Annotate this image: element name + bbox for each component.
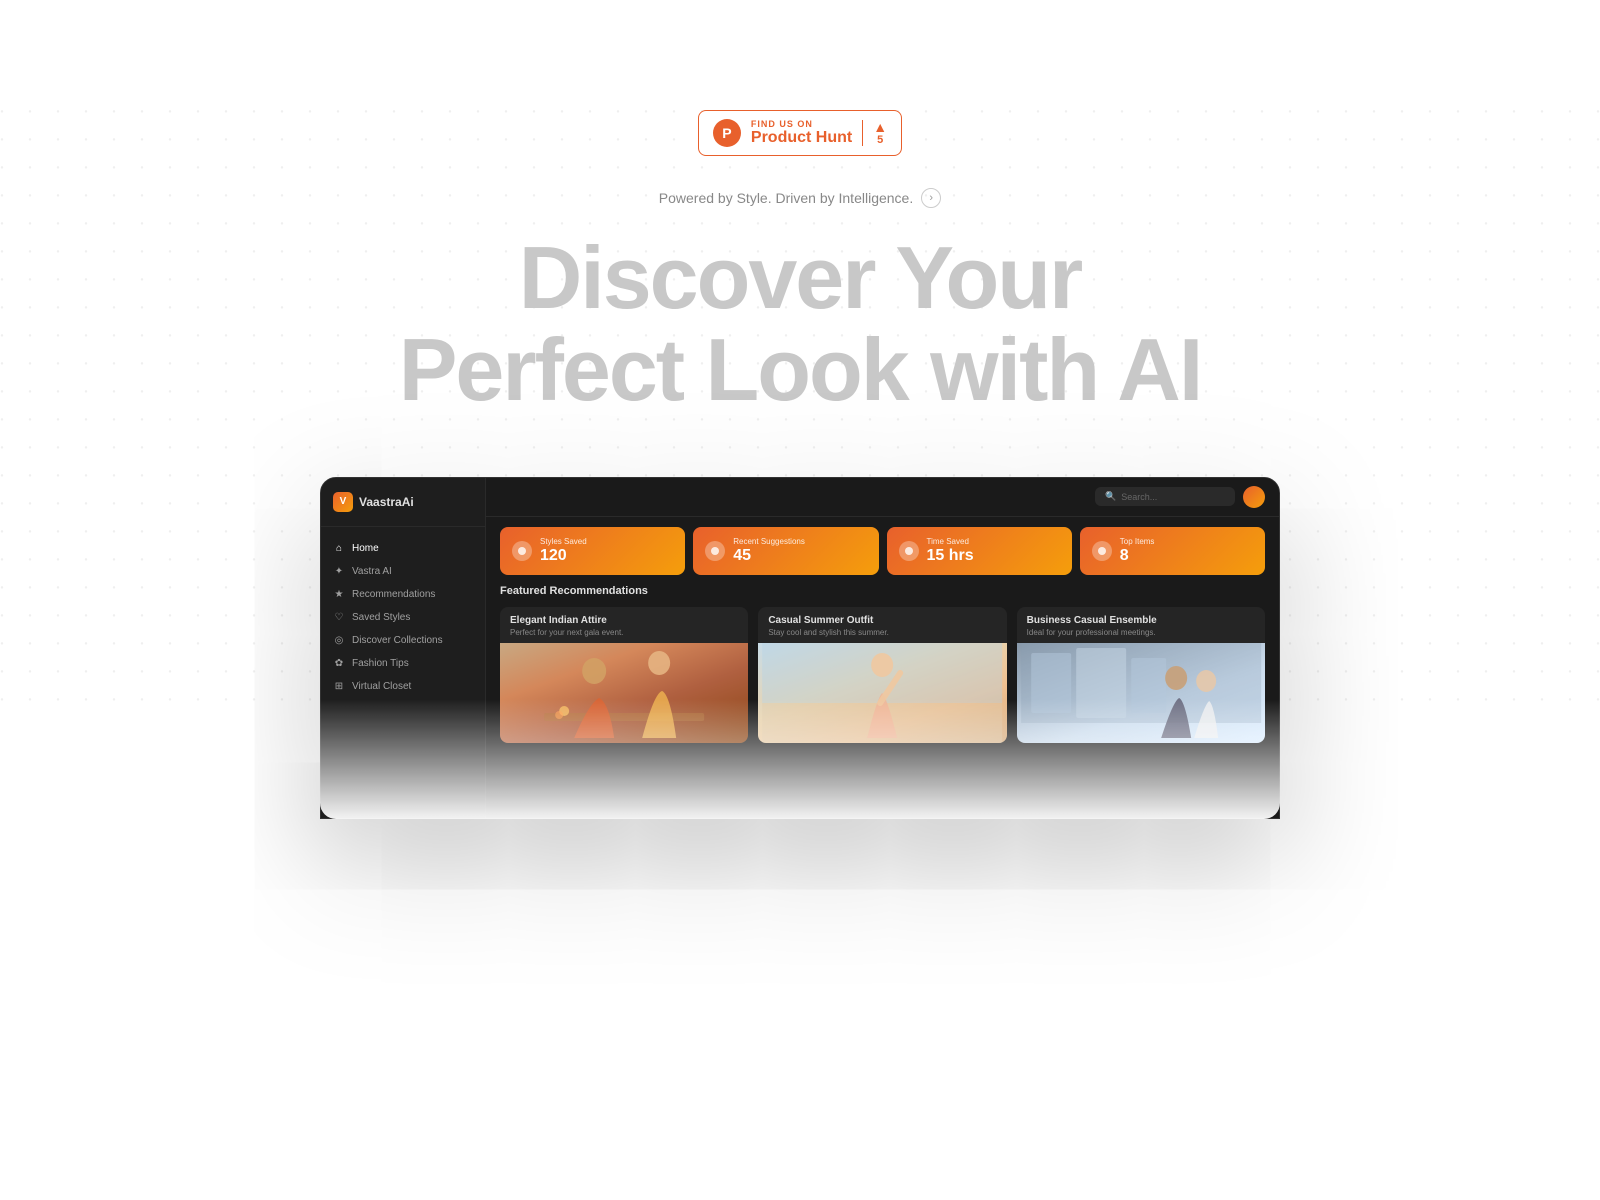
- heading-line1: Discover Your: [519, 228, 1082, 327]
- tagline-arrow[interactable]: ›: [921, 188, 941, 208]
- nav-item-recommendations[interactable]: ★ Recommendations: [321, 583, 485, 606]
- home-icon: ⌂: [333, 543, 345, 554]
- stats-row: Styles Saved 120 Recent Suggestions 45: [486, 517, 1279, 585]
- nav-label-recommendations: Recommendations: [352, 589, 435, 600]
- nav-item-discover[interactable]: ◎ Discover Collections: [321, 629, 485, 652]
- nav-label-saved-styles: Saved Styles: [352, 612, 410, 623]
- app-mockup-wrapper: V VaastraAi ⌂ Home ✦ Vastra AI ★: [320, 477, 1280, 819]
- ph-logo-icon: P: [713, 119, 741, 147]
- featured-card-business[interactable]: Business Casual Ensemble Ideal for your …: [1017, 607, 1265, 743]
- card-image-summer: [758, 643, 1006, 743]
- stat-dot-4: [1092, 541, 1112, 561]
- nav-label-vastra: Vastra AI: [352, 566, 392, 577]
- featured-card-summer[interactable]: Casual Summer Outfit Stay cool and styli…: [758, 607, 1006, 743]
- tagline-text: Powered by Style. Driven by Intelligence…: [659, 190, 913, 206]
- discover-icon: ◎: [333, 635, 345, 646]
- logo-label: VaastraAi: [359, 495, 414, 509]
- card-text-indian: Elegant Indian Attire Perfect for your n…: [500, 607, 748, 643]
- ph-vote-count: ▲ 5: [862, 120, 887, 146]
- nav-label-virtual-closet: Virtual Closet: [352, 681, 411, 692]
- stat-dot-3: [899, 541, 919, 561]
- recommendations-icon: ★: [333, 589, 345, 600]
- ph-find-us-label: FIND US ON: [751, 119, 852, 129]
- app-main-content: 🔍 Search... Styles Saved 120: [486, 478, 1279, 818]
- nav-label-home: Home: [352, 543, 379, 554]
- mockup-shell: V VaastraAi ⌂ Home ✦ Vastra AI ★: [320, 477, 1280, 819]
- card-title-indian: Elegant Indian Attire: [510, 615, 738, 626]
- stat-info-1: Styles Saved 120: [540, 537, 587, 565]
- featured-grid: Elegant Indian Attire Perfect for your n…: [500, 607, 1265, 743]
- nav-item-home[interactable]: ⌂ Home: [321, 537, 485, 560]
- stat-value-1: 120: [540, 546, 587, 565]
- vastra-icon: ✦: [333, 566, 345, 577]
- logo-icon: V: [333, 492, 353, 512]
- nav-item-virtual-closet[interactable]: ⊞ Virtual Closet: [321, 675, 485, 698]
- hero-section: P FIND US ON Product Hunt ▲ 5 Powered by…: [0, 0, 1600, 819]
- stat-info-2: Recent Suggestions 45: [733, 537, 805, 565]
- card-subtitle-business: Ideal for your professional meetings.: [1027, 628, 1255, 637]
- stat-label-3: Time Saved: [927, 537, 974, 546]
- ph-product-name: Product Hunt: [751, 129, 852, 147]
- nav-item-vastra[interactable]: ✦ Vastra AI: [321, 560, 485, 583]
- search-placeholder-text: Search...: [1121, 492, 1157, 502]
- nav-label-fashion-tips: Fashion Tips: [352, 658, 409, 669]
- stat-label-2: Recent Suggestions: [733, 537, 805, 546]
- app-layout: V VaastraAi ⌂ Home ✦ Vastra AI ★: [321, 478, 1279, 818]
- stat-info-4: Top Items 8: [1120, 537, 1155, 565]
- card-title-business: Business Casual Ensemble: [1027, 615, 1255, 626]
- hero-heading: Discover Your Perfect Look with AI: [399, 232, 1202, 417]
- search-bar[interactable]: 🔍 Search...: [1095, 487, 1235, 506]
- featured-section-title: Featured Recommendations: [500, 585, 1265, 597]
- stat-info-3: Time Saved 15 hrs: [927, 537, 974, 565]
- fashion-tips-icon: ✿: [333, 658, 345, 669]
- app-sidebar: V VaastraAi ⌂ Home ✦ Vastra AI ★: [321, 478, 486, 818]
- tagline-row: Powered by Style. Driven by Intelligence…: [659, 188, 941, 208]
- user-avatar[interactable]: [1243, 486, 1265, 508]
- stat-label-1: Styles Saved: [540, 537, 587, 546]
- card-text-business: Business Casual Ensemble Ideal for your …: [1017, 607, 1265, 643]
- stat-card-suggestions: Recent Suggestions 45: [693, 527, 878, 575]
- card-subtitle-indian: Perfect for your next gala event.: [510, 628, 738, 637]
- stat-card-time-saved: Time Saved 15 hrs: [887, 527, 1072, 575]
- virtual-closet-icon: ⊞: [333, 681, 345, 692]
- stat-label-4: Top Items: [1120, 537, 1155, 546]
- card-text-summer: Casual Summer Outfit Stay cool and styli…: [758, 607, 1006, 643]
- stat-dot-2: [705, 541, 725, 561]
- card-image-business: [1017, 643, 1265, 743]
- product-hunt-badge[interactable]: P FIND US ON Product Hunt ▲ 5: [698, 110, 902, 156]
- card-image-indian: [500, 643, 748, 743]
- search-icon: 🔍: [1105, 491, 1116, 502]
- saved-styles-icon: ♡: [333, 612, 345, 623]
- heading-line2: Perfect Look with AI: [399, 320, 1202, 419]
- stat-card-top-items: Top Items 8: [1080, 527, 1265, 575]
- card-title-summer: Casual Summer Outfit: [768, 615, 996, 626]
- stat-card-styles-saved: Styles Saved 120: [500, 527, 685, 575]
- nav-item-saved-styles[interactable]: ♡ Saved Styles: [321, 606, 485, 629]
- sidebar-logo: V VaastraAi: [321, 492, 485, 527]
- app-header: 🔍 Search...: [486, 478, 1279, 517]
- card-subtitle-summer: Stay cool and stylish this summer.: [768, 628, 996, 637]
- stat-value-3: 15 hrs: [927, 546, 974, 565]
- nav-item-fashion-tips[interactable]: ✿ Fashion Tips: [321, 652, 485, 675]
- ph-text-group: FIND US ON Product Hunt: [751, 119, 852, 147]
- stat-value-2: 45: [733, 546, 805, 565]
- stat-value-4: 8: [1120, 546, 1155, 565]
- featured-section: Featured Recommendations Elegant Indian …: [486, 585, 1279, 818]
- nav-label-discover: Discover Collections: [352, 635, 443, 646]
- stat-dot-1: [512, 541, 532, 561]
- featured-card-indian[interactable]: Elegant Indian Attire Perfect for your n…: [500, 607, 748, 743]
